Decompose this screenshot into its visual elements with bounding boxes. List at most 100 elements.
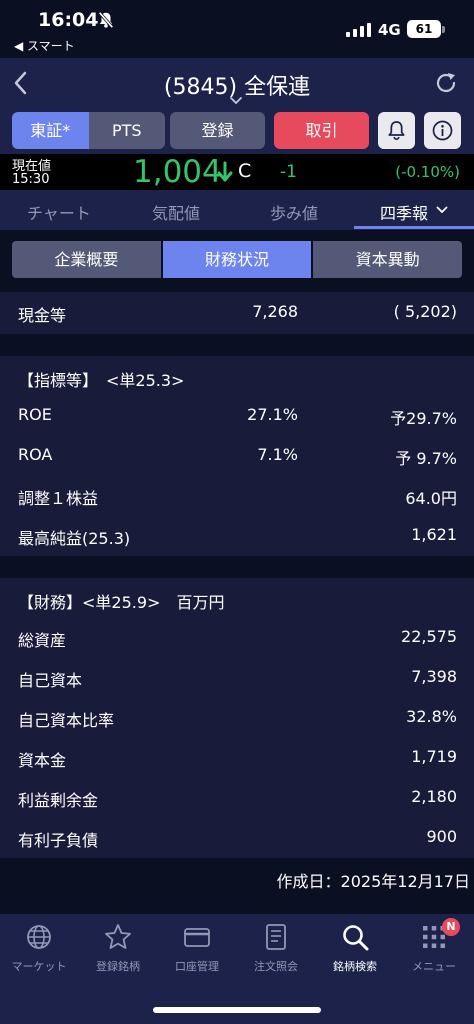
- current-price: 1,004: [133, 154, 222, 190]
- nav-market[interactable]: マーケット: [0, 922, 78, 974]
- row-value-1: 27.1%: [247, 405, 298, 424]
- price-row: 現在値 15:30 1,004 C -1 (-0.10%): [0, 154, 474, 190]
- nav-menu[interactable]: メニュー: [395, 922, 473, 974]
- status-bar: 16:04 ◀ スマート 4G 61: [0, 0, 474, 56]
- price-time: 15:30: [12, 172, 50, 187]
- bell-off-icon: [98, 11, 114, 29]
- row-value-2: 1,621: [411, 525, 457, 544]
- subtab-capital-changes[interactable]: 資本異動: [313, 241, 462, 278]
- market-pts-button[interactable]: PTS: [88, 112, 165, 149]
- row-label: 資本金: [18, 751, 67, 770]
- bell-icon: [388, 121, 405, 141]
- document-icon: [266, 924, 286, 950]
- table-row: 総資産 22,575: [0, 618, 474, 658]
- table-row: ROA 7.1% 予 9.7%: [0, 436, 474, 476]
- price-change-percent: (-0.10%): [395, 163, 460, 181]
- sub-tab-selector: 企業概要 財務状況 資本異動: [12, 241, 462, 278]
- row-value: 7,398: [411, 667, 457, 686]
- created-date: 作成日：2025年12月17日: [276, 872, 470, 891]
- table-row: 利益剰余金 2,180: [0, 778, 474, 818]
- close-mark: C: [238, 160, 252, 182]
- table-row: 自己資本比率 32.8%: [0, 698, 474, 738]
- info-button[interactable]: [424, 112, 461, 149]
- table-row: 有利子負債 900: [0, 818, 474, 858]
- nav-bar: (5845) 全保連: [0, 58, 474, 108]
- row-value-1: 7.1%: [257, 445, 298, 464]
- row-value-2: 予 9.7%: [395, 449, 457, 468]
- nav-account[interactable]: 口座管理: [158, 922, 236, 974]
- table-row: 自己資本 7,398: [0, 658, 474, 698]
- trade-button[interactable]: 取引: [274, 112, 369, 149]
- row-label: 現金等: [18, 306, 67, 325]
- subtab-financial-status[interactable]: 財務状況: [162, 241, 312, 278]
- price-change: -1: [280, 162, 297, 182]
- financials-panel: 【財務】<単25.9> 百万円 総資産 22,575 自己資本 7,398 自己…: [0, 578, 474, 858]
- table-row: ROE 27.1% 予29.7%: [0, 396, 474, 436]
- table-row: 現金等 7,268 ( 5,202): [0, 293, 474, 333]
- table-row: 調整１株益 64.0円: [0, 476, 474, 516]
- alert-button[interactable]: [378, 112, 415, 149]
- nav-label: 口座管理: [175, 960, 219, 973]
- battery-tip: [442, 26, 445, 33]
- star-icon: [105, 924, 131, 949]
- indicators-panel: 【指標等】 <単25.3> ROE 27.1% 予29.7% ROA 7.1% …: [0, 356, 474, 556]
- home-indicator[interactable]: [153, 1007, 321, 1013]
- row-label: 有利子負債: [18, 831, 99, 850]
- down-arrow-icon: [217, 161, 233, 182]
- tab-active-indicator: [354, 226, 474, 229]
- market-selector: 東証* PTS: [12, 112, 165, 149]
- row-value-2: ( 5,202): [393, 302, 457, 321]
- tab-shikiho[interactable]: 四季報: [380, 200, 428, 224]
- nav-orders[interactable]: 注文照会: [237, 922, 315, 974]
- row-label: 総資産: [18, 631, 67, 650]
- indicators-header: 【指標等】 <単25.3>: [18, 371, 185, 390]
- chevron-down-icon[interactable]: [229, 96, 243, 105]
- nav-label: 注文照会: [254, 960, 298, 973]
- nav-label: 登録銘柄: [96, 960, 140, 973]
- tab-bar: チャート 気配値 歩み値 四季報: [0, 190, 474, 230]
- search-icon: [343, 925, 369, 951]
- globe-icon: [27, 925, 51, 949]
- nav-label: メニュー: [412, 960, 456, 973]
- network-type: 4G: [378, 21, 401, 39]
- row-value-1: 7,268: [252, 302, 298, 321]
- tab-trades[interactable]: 歩み値: [270, 200, 318, 224]
- battery-icon: 61: [407, 20, 441, 38]
- subtab-company-overview[interactable]: 企業概要: [12, 241, 161, 278]
- row-label: 自己資本比率: [18, 711, 115, 730]
- menu-badge: N: [442, 918, 460, 936]
- row-label: 利益剰余金: [18, 791, 99, 810]
- market-tse-button[interactable]: 東証*: [12, 112, 89, 149]
- card-icon: [184, 928, 210, 947]
- signal-icon: [346, 23, 371, 37]
- tab-chart[interactable]: チャート: [27, 200, 91, 224]
- row-value-2: 64.0円: [405, 489, 457, 508]
- tab-chevron-down-icon[interactable]: [436, 206, 448, 214]
- row-value: 900: [426, 827, 457, 846]
- nav-label: マーケット: [11, 960, 67, 973]
- table-row: 資本金 1,719: [0, 738, 474, 778]
- row-label: 自己資本: [18, 671, 83, 690]
- status-time: 16:04: [38, 9, 99, 31]
- row-value-2: 予29.7%: [390, 409, 457, 428]
- table-row: 最高純益(25.3) 1,621: [0, 516, 474, 556]
- nav-label: 銘柄検索: [333, 960, 377, 973]
- back-to-app-link[interactable]: ◀ スマート: [14, 37, 75, 54]
- row-value: 22,575: [401, 627, 457, 646]
- row-value: 2,180: [411, 787, 457, 806]
- row-value: 1,719: [411, 747, 457, 766]
- row-label: 調整１株益: [18, 489, 99, 508]
- reload-icon[interactable]: [434, 71, 458, 95]
- cash-panel: 現金等 7,268 ( 5,202): [0, 292, 474, 334]
- register-button[interactable]: 登録: [170, 112, 265, 149]
- action-button-row: 東証* PTS 登録 取引: [0, 108, 474, 154]
- financials-header: 【財務】<単25.9> 百万円: [18, 593, 225, 612]
- row-label: 最高純益(25.3): [18, 529, 131, 548]
- nav-search[interactable]: 銘柄検索: [316, 922, 394, 974]
- row-label: ROE: [18, 405, 52, 424]
- row-value: 32.8%: [406, 707, 457, 726]
- nav-watchlist[interactable]: 登録銘柄: [79, 922, 157, 974]
- tab-quotes[interactable]: 気配値: [152, 200, 200, 224]
- info-icon: [432, 120, 453, 141]
- row-label: ROA: [18, 445, 53, 464]
